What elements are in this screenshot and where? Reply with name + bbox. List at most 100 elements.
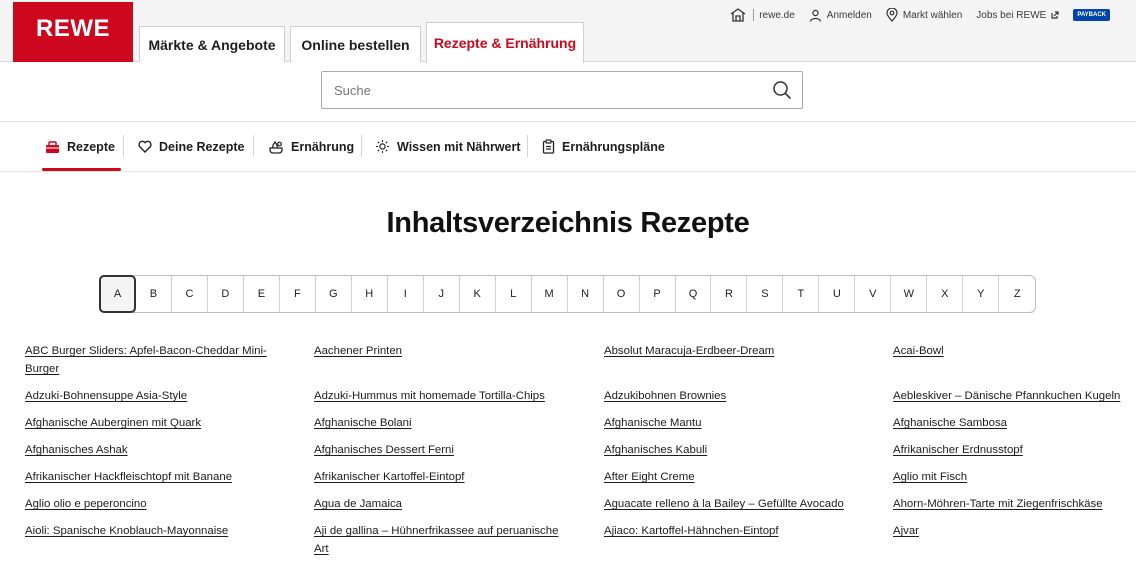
letter-w[interactable]: W [891, 276, 928, 312]
recipe-link[interactable]: Aglio olio e peperoncino [25, 495, 295, 513]
cat-deine-rezepte-label: Deine Rezepte [159, 139, 245, 154]
cat-wissen-mit-naehrwert[interactable]: Wissen mit Nährwert [375, 122, 521, 171]
letter-m[interactable]: M [532, 276, 568, 312]
letter-x[interactable]: X [927, 276, 964, 312]
recipe-link[interactable]: Afghanische Mantu [604, 414, 884, 432]
letter-u[interactable]: U [819, 276, 856, 312]
service-nav: rewe.de Anmelden Markt wählen Jobs bei R… [716, 8, 1110, 22]
letter-o[interactable]: O [604, 276, 640, 312]
letter-q[interactable]: Q [676, 276, 712, 312]
letter-j[interactable]: J [424, 276, 460, 312]
recipe-link[interactable]: Adzuki-Bohnensuppe Asia-Style [25, 387, 295, 405]
recipe-link[interactable]: Agua de Jamaica [314, 495, 589, 513]
home-link[interactable]: rewe.de [730, 8, 795, 22]
market-label: Markt wählen [902, 9, 963, 21]
cat-rezepte[interactable]: Rezepte [42, 122, 121, 171]
recipe-link[interactable]: Aioli: Spanische Knoblauch-Mayonnaise [25, 522, 295, 540]
page-title: Inhaltsverzeichnis Rezepte [386, 207, 750, 239]
divider [123, 135, 124, 157]
divider [361, 135, 362, 157]
recipe-link[interactable]: Ajvar [893, 522, 1136, 540]
recipe-link[interactable]: Afghanische Sambosa [893, 414, 1136, 432]
location-pin-icon [886, 8, 898, 22]
search-row [0, 62, 1136, 122]
recipe-link[interactable]: Adzukibohnen Brownies [604, 387, 884, 405]
login-label: Anmelden [826, 9, 872, 21]
recipe-link[interactable]: Aebleskiver – Dänische Pfannkuchen Kugel… [893, 387, 1136, 405]
recipe-link[interactable]: Acai-Bowl [893, 342, 1136, 360]
recipe-link[interactable]: Afghanische Auberginen mit Quark [25, 414, 295, 432]
letter-n[interactable]: N [568, 276, 604, 312]
recipe-column-1: ABC Burger Sliders: Apfel-Bacon-Cheddar … [25, 342, 295, 540]
recipe-link[interactable]: Absolut Maracuja-Erdbeer-Dream [604, 342, 884, 360]
cat-rezepte-label: Rezepte [67, 139, 115, 154]
cat-ernaehrungsplaene-label: Ernährungspläne [562, 139, 665, 154]
clipboard-icon [542, 139, 555, 154]
tab-rezepte-ernaehrung[interactable]: Rezepte & Ernährung [426, 22, 584, 63]
recipe-link[interactable]: Afghanisches Dessert Ferni [314, 441, 589, 459]
recipe-link[interactable]: Aguacate relleno à la Bailey – Gefüllte … [604, 495, 884, 513]
market-select-link[interactable]: Markt wählen [886, 8, 962, 22]
letter-g[interactable]: G [316, 276, 352, 312]
recipe-link[interactable]: Afghanisches Kabuli [604, 441, 884, 459]
letter-v[interactable]: V [855, 276, 892, 312]
search-box [321, 71, 803, 109]
rewe-logo[interactable]: REWE [13, 2, 133, 62]
divider [527, 135, 528, 157]
letter-f[interactable]: F [280, 276, 316, 312]
category-nav: Rezepte Deine Rezepte Ernährung Wissen m… [0, 122, 1136, 172]
letter-l[interactable]: L [496, 276, 532, 312]
cat-ernaehrungsplaene[interactable]: Ernährungspläne [542, 122, 665, 171]
letter-a[interactable]: A [99, 275, 136, 313]
cat-ernaehrung[interactable]: Ernährung [268, 122, 354, 171]
recipe-basket-icon [46, 140, 59, 153]
divider [253, 135, 254, 157]
recipe-link[interactable]: Adzuki-Hummus mit homemade Tortilla-Chip… [314, 387, 589, 405]
nutrition-icon [269, 140, 283, 154]
letter-e[interactable]: E [244, 276, 280, 312]
payback-badge[interactable]: PAYBACK [1073, 9, 1110, 21]
search-icon[interactable] [772, 80, 792, 100]
letter-h[interactable]: H [352, 276, 388, 312]
recipe-link[interactable]: Afrikanischer Kartoffel-Eintopf [314, 468, 589, 486]
user-icon [809, 9, 821, 22]
recipe-link[interactable]: Afrikanischer Erdnusstopf [893, 441, 1136, 459]
tab-online-bestellen[interactable]: Online bestellen [290, 26, 421, 62]
letter-y[interactable]: Y [963, 276, 1000, 312]
recipe-link[interactable]: Afghanisches Ashak [25, 441, 295, 459]
jobs-link[interactable]: Jobs bei REWE [976, 10, 1059, 21]
recipe-link[interactable]: Ajiaco: Kartoffel-Hähnchen-Eintopf [604, 522, 884, 540]
recipe-column-3: Absolut Maracuja-Erdbeer-Dream Adzukiboh… [604, 342, 884, 540]
recipe-link[interactable]: Afrikanischer Hackfleischtopf mit Banane [25, 468, 295, 486]
top-header: REWE Märkte & Angebote Online bestellen … [0, 0, 1136, 63]
recipe-column-2: Aachener Printen Adzuki-Hummus mit homem… [314, 342, 589, 558]
cat-wissen-label: Wissen mit Nährwert [397, 139, 521, 154]
login-link[interactable]: Anmelden [809, 9, 872, 22]
letter-r[interactable]: R [711, 276, 748, 312]
recipe-link[interactable]: Aglio mit Fisch [893, 468, 1136, 486]
letter-s[interactable]: S [747, 276, 784, 312]
letter-z[interactable]: Z [999, 276, 1035, 312]
letter-i[interactable]: I [388, 276, 424, 312]
recipe-link[interactable]: Art [314, 540, 589, 558]
letter-d[interactable]: D [208, 276, 244, 312]
separator [753, 9, 755, 21]
letter-p[interactable]: P [640, 276, 676, 312]
letter-c[interactable]: C [172, 276, 208, 312]
letter-b[interactable]: B [136, 276, 172, 312]
recipe-link[interactable]: Burger [25, 360, 295, 378]
letter-t[interactable]: T [783, 276, 820, 312]
cat-deine-rezepte[interactable]: Deine Rezepte [138, 122, 244, 171]
tab-maerkte-angebote[interactable]: Märkte & Angebote [139, 26, 285, 62]
recipe-link[interactable]: Afghanische Bolani [314, 414, 589, 432]
alphabet-filter: ABCDEFGHIJKLMNOPQRSTUVWXYZ [99, 275, 1036, 313]
letter-k[interactable]: K [460, 276, 496, 312]
recipe-link[interactable]: ABC Burger Sliders: Apfel-Bacon-Cheddar … [25, 342, 295, 360]
recipe-link[interactable]: After Eight Creme [604, 468, 884, 486]
recipe-link[interactable]: Ahorn-Möhren-Tarte mit Ziegenfrischkäse [893, 495, 1136, 513]
search-input[interactable] [322, 72, 742, 108]
home-link-label: rewe.de [759, 9, 795, 21]
recipe-link[interactable]: Aji de gallina – Hühnerfrikassee auf per… [314, 522, 589, 540]
recipe-link[interactable]: Aachener Printen [314, 342, 589, 360]
external-link-icon [1051, 11, 1059, 19]
